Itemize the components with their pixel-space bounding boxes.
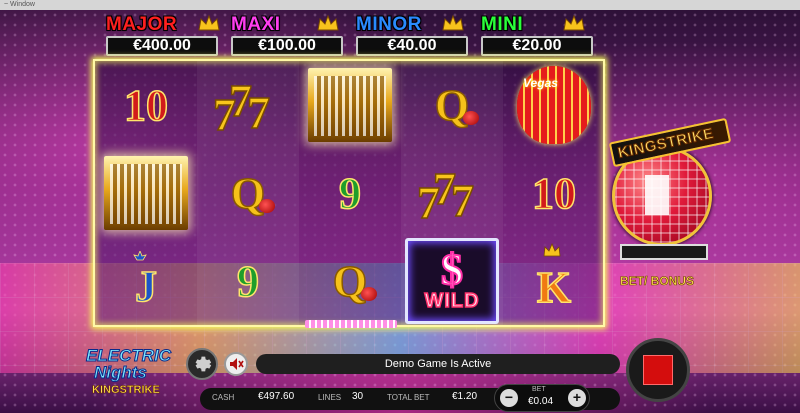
jackpot-maxi-value: €100.00 <box>231 36 343 56</box>
status-message: Demo Game Is Active <box>256 354 620 374</box>
jackpot-major-label: MAJOR <box>106 14 178 35</box>
bet-bonus-label: BET/ BONUS <box>620 274 695 289</box>
rose-icon <box>259 199 275 213</box>
crown-icon <box>317 14 339 31</box>
symbol-king: K <box>503 237 605 325</box>
sevens-icon: 7 7 7 <box>416 162 475 229</box>
settings-button[interactable] <box>186 348 218 380</box>
window-title: ~ Window <box>4 1 35 8</box>
jackpot-major-value: €400.00 <box>106 36 218 56</box>
symbol-lucky-sevens: 7 7 7 <box>401 149 503 237</box>
lines-value: 30 <box>352 391 364 402</box>
symbol-queen: Q <box>299 237 401 325</box>
crown-icon <box>198 14 220 31</box>
stop-icon <box>643 355 673 385</box>
jackpot-minor: MINOR €40.00 <box>356 14 472 58</box>
wild-icon: $ WILD <box>405 238 499 324</box>
kingstrike-badge: KINGSTRIKE <box>604 117 732 264</box>
crown-icon <box>442 14 464 31</box>
crown-icon <box>563 14 585 31</box>
sound-button[interactable] <box>224 352 248 376</box>
reel-2: 7 7 7 Q 9 <box>197 61 299 325</box>
jackpot-major: MAJOR €400.00 <box>106 14 222 58</box>
bet-decrease-button[interactable]: − <box>500 389 518 407</box>
symbol-ten: 10 <box>531 168 577 219</box>
symbol-vegas-balloon: Vegas <box>503 61 605 149</box>
balloon-icon: Vegas <box>517 66 591 144</box>
jackpot-mini: MINI €20.00 <box>481 14 597 58</box>
jackpot-maxi: MAXI €100.00 <box>231 14 347 58</box>
symbol-lucky-sevens: 7 7 7 <box>197 61 299 149</box>
symbol-queen: Q <box>401 61 503 149</box>
building-icon <box>104 156 188 230</box>
symbol-jack: J <box>95 237 197 325</box>
cash-value: €497.60 <box>258 391 295 402</box>
window-top-bar: ~ Window <box>0 0 800 10</box>
total-bet-value: €1.20 <box>452 391 478 402</box>
cash-label: CASH <box>212 393 235 402</box>
sevens-icon: 7 7 7 <box>212 74 271 141</box>
symbol-vegas-building <box>299 61 401 149</box>
crown-icon <box>543 243 561 257</box>
total-bet-label: TOTAL BET <box>387 393 430 402</box>
jackpot-maxi-label: MAXI <box>231 14 281 35</box>
reel-1: 10 J <box>95 61 197 325</box>
rose-icon <box>361 287 377 301</box>
gear-icon <box>195 356 212 372</box>
payline-strip <box>305 320 397 328</box>
bet-label: BET <box>532 386 546 393</box>
symbol-queen: Q <box>197 149 299 237</box>
bet-value: €0.04 <box>528 396 554 407</box>
symbol-vegas-building <box>95 149 197 237</box>
symbol-nine: 9 <box>338 168 362 219</box>
jackpot-minor-value: €40.00 <box>356 36 468 56</box>
spin-button[interactable] <box>626 338 690 402</box>
fleur-icon <box>133 251 147 261</box>
game-logo: ELECTRIC Nights KINGSTRIKE <box>86 346 172 397</box>
speaker-muted-icon <box>230 358 244 370</box>
jackpot-minor-label: MINOR <box>356 14 422 35</box>
symbol-ten: 10 <box>123 80 169 131</box>
rose-icon <box>463 111 479 125</box>
reel-4: Q 7 7 7 $ WILD <box>401 61 503 325</box>
reel-window[interactable]: 10 J 7 7 7 Q 9 9 Q Q 7 7 7 $ WILD Vegas … <box>93 59 605 327</box>
lines-label: LINES <box>318 393 342 402</box>
kingstrike-meter <box>620 244 708 260</box>
building-icon <box>308 68 392 142</box>
reel-5: Vegas 10 K <box>503 61 605 325</box>
symbol-wild: $ WILD <box>401 237 503 325</box>
bet-increase-button[interactable]: + <box>568 389 586 407</box>
jackpot-mini-value: €20.00 <box>481 36 593 56</box>
jackpot-mini-label: MINI <box>481 14 524 35</box>
symbol-nine: 9 <box>236 256 260 307</box>
reel-3: 9 Q <box>299 61 401 325</box>
